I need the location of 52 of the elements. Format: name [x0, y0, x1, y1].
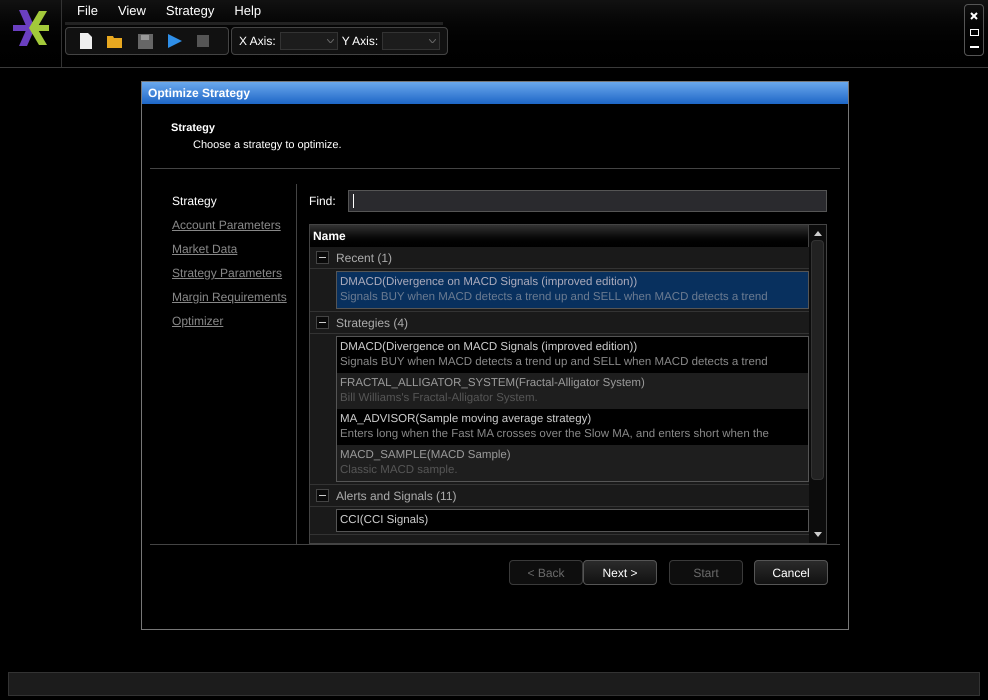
strategy-item[interactable]: CCI(CCI Signals) — [337, 510, 808, 531]
strategy-description: Signals BUY when MACD detects a trend up and SELL when MACD detects a trend — [340, 290, 769, 305]
group-label[interactable]: Strategies (4) — [336, 314, 408, 332]
collapse-toggle[interactable] — [316, 316, 329, 329]
group-label[interactable]: Recent (1) — [336, 248, 392, 266]
dialog-button[interactable]: Next > — [583, 560, 657, 585]
y-axis-label: Y Axis: — [342, 33, 378, 50]
collapse-toggle[interactable] — [316, 489, 329, 502]
dialog-title: Optimize Strategy — [142, 82, 848, 104]
play-icon[interactable] — [168, 34, 182, 48]
scroll-up-icon[interactable] — [814, 231, 822, 236]
step-link[interactable]: Strategy Parameters — [172, 264, 296, 282]
maximize-icon[interactable] — [970, 29, 978, 36]
strategy-title: CCI(CCI Signals) — [340, 513, 430, 528]
scroll-thumb[interactable] — [811, 240, 824, 480]
strategy-title: MACD_SAMPLE(MACD Sample) — [340, 448, 512, 463]
folder-icon[interactable] — [107, 34, 123, 48]
menu-item[interactable]: Strategy — [166, 1, 214, 21]
close-icon[interactable] — [970, 12, 978, 20]
strategy-item[interactable]: DMACD(Divergence on MACD Signals (improved edition)) Signals BUY when MACD detects a trend up and SELL when MACD detects a trend — [337, 272, 808, 308]
step-description: Choose a strategy to optimize. — [192, 138, 343, 152]
step-heading: Strategy — [171, 121, 216, 136]
column-header[interactable]: Name — [310, 225, 809, 247]
chevron-down-icon — [326, 39, 334, 43]
step-link[interactable]: Optimizer — [172, 312, 296, 330]
strategy-title: DMACD(Divergence on MACD Signals (improved edition)) — [340, 275, 638, 290]
save-icon[interactable] — [138, 34, 153, 48]
x-axis-label: X Axis: — [239, 33, 276, 50]
find-label: Find: — [309, 193, 336, 210]
chevron-down-icon — [429, 39, 436, 43]
strategy-title: DMACD(Divergence on MACD Signals (improved edition)) — [340, 340, 638, 355]
new-file-icon[interactable] — [80, 33, 92, 49]
step-link[interactable]: Margin Requirements — [172, 288, 296, 306]
logo-icon — [10, 8, 50, 48]
menu-item[interactable]: View — [118, 1, 146, 21]
strategy-item[interactable]: MA_ADVISOR(Sample moving average strategy) Enters long when the Fast MA crosses over the Slow MA, and enters short when the — [337, 409, 808, 445]
step-link[interactable]: Market Data — [172, 240, 296, 258]
menu-item[interactable]: Help — [234, 1, 262, 21]
menu-item[interactable]: File — [77, 1, 98, 21]
step-link[interactable]: Account Parameters — [172, 216, 296, 234]
strategy-description: Signals BUY when MACD detects a trend up and SELL when MACD detects a trend — [340, 355, 769, 370]
dialog-button[interactable]: Cancel — [754, 560, 828, 585]
step-link[interactable]: Strategy — [172, 192, 296, 210]
scroll-down-icon[interactable] — [814, 532, 822, 537]
strategy-title: MA_ADVISOR(Sample moving average strategy) — [340, 412, 592, 427]
collapse-toggle[interactable] — [316, 251, 329, 264]
minimize-icon[interactable] — [970, 46, 978, 48]
strategy-title: FRACTAL_ALLIGATOR_SYSTEM(Fractal-Alligator System) — [340, 376, 646, 391]
scrollbar[interactable] — [809, 225, 826, 543]
strategy-description: Enters long when the Fast MA crosses over the Slow MA, and enters short when the — [340, 427, 770, 442]
group-label[interactable]: Alerts and Signals (11) — [336, 486, 457, 504]
strategy-item[interactable]: DMACD(Divergence on MACD Signals (improved edition)) Signals BUY when MACD detects a trend up and SELL when MACD detects a trend — [337, 337, 808, 373]
